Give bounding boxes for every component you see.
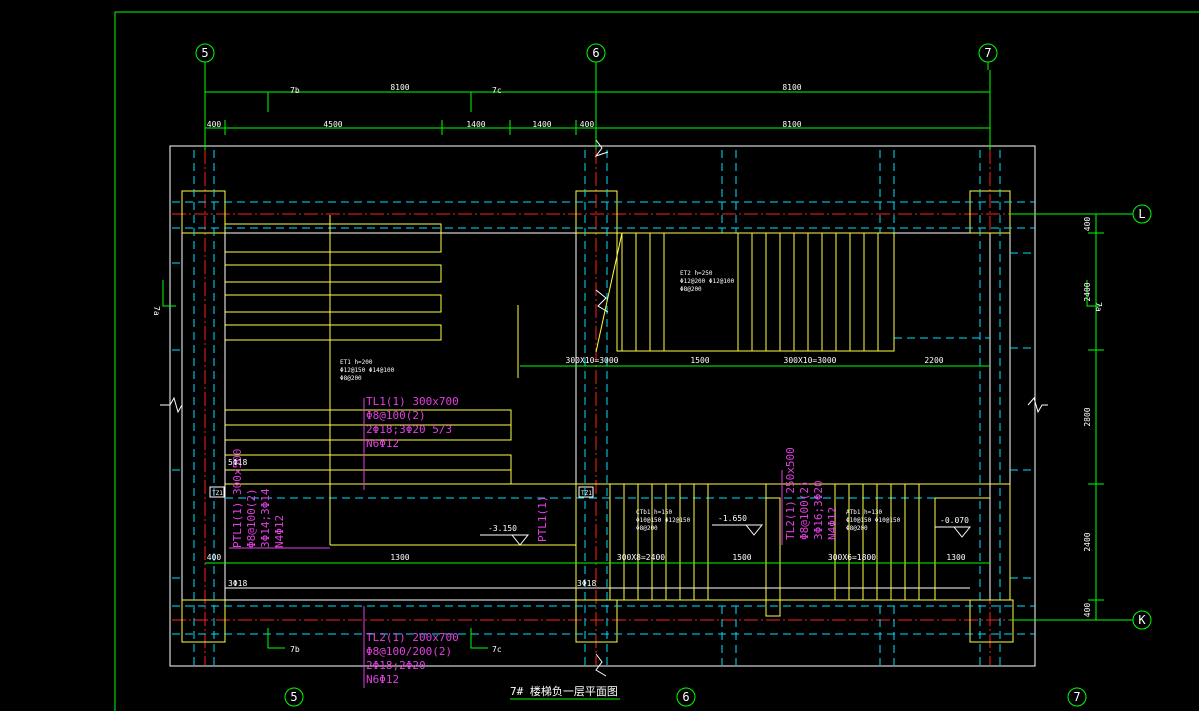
dim-right-2: 2400 [1083,282,1092,301]
dim-flight-lower-4: 1500 [732,553,751,562]
stair-lines-left [225,215,576,546]
svg-text:Φ8@100(2): Φ8@100(2) [798,480,811,540]
rebar-label-top-left: 5Φ18 [228,458,247,467]
dim-top-overall-1: 8100 [390,83,409,92]
dim-top-detail-6: 8100 [782,120,801,129]
section-mark-bottom-7c: 7c [492,645,502,654]
section-mark-left-7a: 7a [152,306,161,316]
column-tag-left: TZ1 [212,490,223,497]
dim-right-1: 400 [1083,217,1092,232]
svg-text:Φ10@150 Φ10@150: Φ10@150 Φ10@150 [846,517,901,524]
svg-text:N6Φ12: N6Φ12 [366,437,399,450]
dim-right-4: 2400 [1083,532,1092,551]
svg-text:TL1(1) 300x700: TL1(1) 300x700 [366,395,459,408]
dim-flight-upper-4: 2200 [924,356,943,365]
svg-text:TL2(1) 250x500: TL2(1) 250x500 [784,447,797,540]
svg-text:Φ8@100/200(2): Φ8@100/200(2) [366,645,452,658]
dim-top-detail-2: 4500 [323,120,342,129]
dim-top-detail-5: 400 [580,120,595,129]
svg-text:Φ8@200: Φ8@200 [846,525,868,532]
svg-text:Φ12@200 Φ12@100: Φ12@200 Φ12@100 [680,278,735,285]
slab-et2-note: ET2 h=250 Φ12@200 Φ12@100 Φ8@200 [680,270,735,293]
beam-ptl1-short-note: PTL1(1) [536,496,549,542]
drawing-title: 7# 楼梯负一层平面图 [510,684,618,698]
break-lines [160,139,1048,677]
section-mark-top-7c: 7c [492,86,502,95]
columns [181,190,1014,643]
svg-text:Φ8@200: Φ8@200 [680,286,702,293]
svg-text:Φ8@200: Φ8@200 [636,525,658,532]
rebar-label-bottom-mid: 3Φ18 [577,579,596,588]
svg-text:ET1 h=200: ET1 h=200 [340,359,373,366]
svg-text:2Φ18;2Φ20: 2Φ18;2Φ20 [366,659,426,672]
elevation-markers [480,524,972,546]
axis-label-top-5: 5 [201,46,208,60]
dim-flight-lower-1: 400 [207,553,222,562]
column-tag-mid: TZ1 [581,490,592,497]
svg-text:CTb1 h=150: CTb1 h=150 [636,509,673,516]
svg-text:Φ10@150 Φ12@150: Φ10@150 Φ12@150 [636,517,691,524]
dim-top-detail-1: 400 [207,120,222,129]
svg-text:N6Φ12: N6Φ12 [366,673,399,686]
dimension-lines [162,70,1130,700]
section-mark-right-7a: 7a [1094,302,1103,312]
annotation-leaders [229,398,783,688]
dim-right-5: 400 [1083,603,1092,618]
dim-right-3: 2800 [1083,407,1092,426]
axis-label-right-L: L [1138,207,1145,221]
svg-text:TL2(1) 200x700: TL2(1) 200x700 [366,631,459,644]
elevation-3: -0.070 [940,516,969,525]
cad-drawing-canvas: 5 6 7 5 6 7 L K 7b 7c 7a 7a 7b 7c 8100 8… [114,11,1199,711]
svg-text:Φ8@100(2): Φ8@100(2) [366,409,426,422]
svg-text:N4Φ12: N4Φ12 [826,507,839,540]
slab-et1-note: ET1 h=200 Φ12@150 Φ14@100 Φ8@200 [340,359,395,382]
section-mark-top-7b: 7b [290,86,300,95]
beam-tl2-note: TL2(1) 200x700 Φ8@100/200(2) 2Φ18;2Φ20 N… [366,631,459,686]
svg-text:3Φ14;3Φ14: 3Φ14;3Φ14 [259,488,272,548]
dim-flight-upper-2: 1500 [690,356,709,365]
dim-flight-lower-2: 1300 [390,553,409,562]
flight-treads-upper [595,232,895,353]
dim-top-detail-3: 1400 [466,120,485,129]
dim-top-detail-4: 1400 [532,120,551,129]
axis-label-right-K: K [1138,613,1146,627]
dim-top-overall-2: 8100 [782,83,801,92]
svg-text:3Φ16;3Φ20: 3Φ16;3Φ20 [812,480,825,540]
axis-label-bottom-6: 6 [682,690,689,704]
slab-at1-note: ATb1 h=130 Φ10@150 Φ10@150 Φ8@200 [846,509,901,532]
elevation-2: -1.650 [718,514,747,523]
beam-tl1-note: TL1(1) 300x700 Φ8@100(2) 2Φ18;3Φ20 5/3 N… [366,395,459,450]
svg-text:Φ12@150 Φ14@100: Φ12@150 Φ14@100 [340,367,395,374]
svg-text:ATb1 h=130: ATb1 h=130 [846,509,883,516]
svg-text:Φ8@200: Φ8@200 [340,375,362,382]
beam-tl2b-note: TL2(1) 250x500 Φ8@100(2) 3Φ16;3Φ20 N4Φ12 [784,447,839,540]
dim-flight-lower-5: 300X6=1800 [828,553,876,562]
axis-label-bottom-5: 5 [290,690,297,704]
section-mark-bottom-7b: 7b [290,645,300,654]
rebar-label-bottom-left: 3Φ18 [228,579,247,588]
dim-flight-lower-6: 1300 [946,553,965,562]
svg-text:Φ8@100(2): Φ8@100(2) [245,488,258,548]
svg-text:2Φ18;3Φ20 5/3: 2Φ18;3Φ20 5/3 [366,423,452,436]
axis-label-top-7: 7 [984,46,991,60]
svg-text:ET2 h=250: ET2 h=250 [680,270,713,277]
dim-flight-upper-3: 300X10=3000 [784,356,837,365]
slab-ct1-note: CTb1 h=150 Φ10@150 Φ12@150 Φ8@200 [636,509,691,532]
dim-flight-upper-1: 300X10=3000 [566,356,619,365]
dim-flight-lower-3: 300X8=2400 [617,553,665,562]
svg-text:N4Φ12: N4Φ12 [273,515,286,548]
axis-label-top-6: 6 [592,46,599,60]
elevation-1: -3.150 [488,524,517,533]
axis-label-bottom-7: 7 [1073,690,1080,704]
